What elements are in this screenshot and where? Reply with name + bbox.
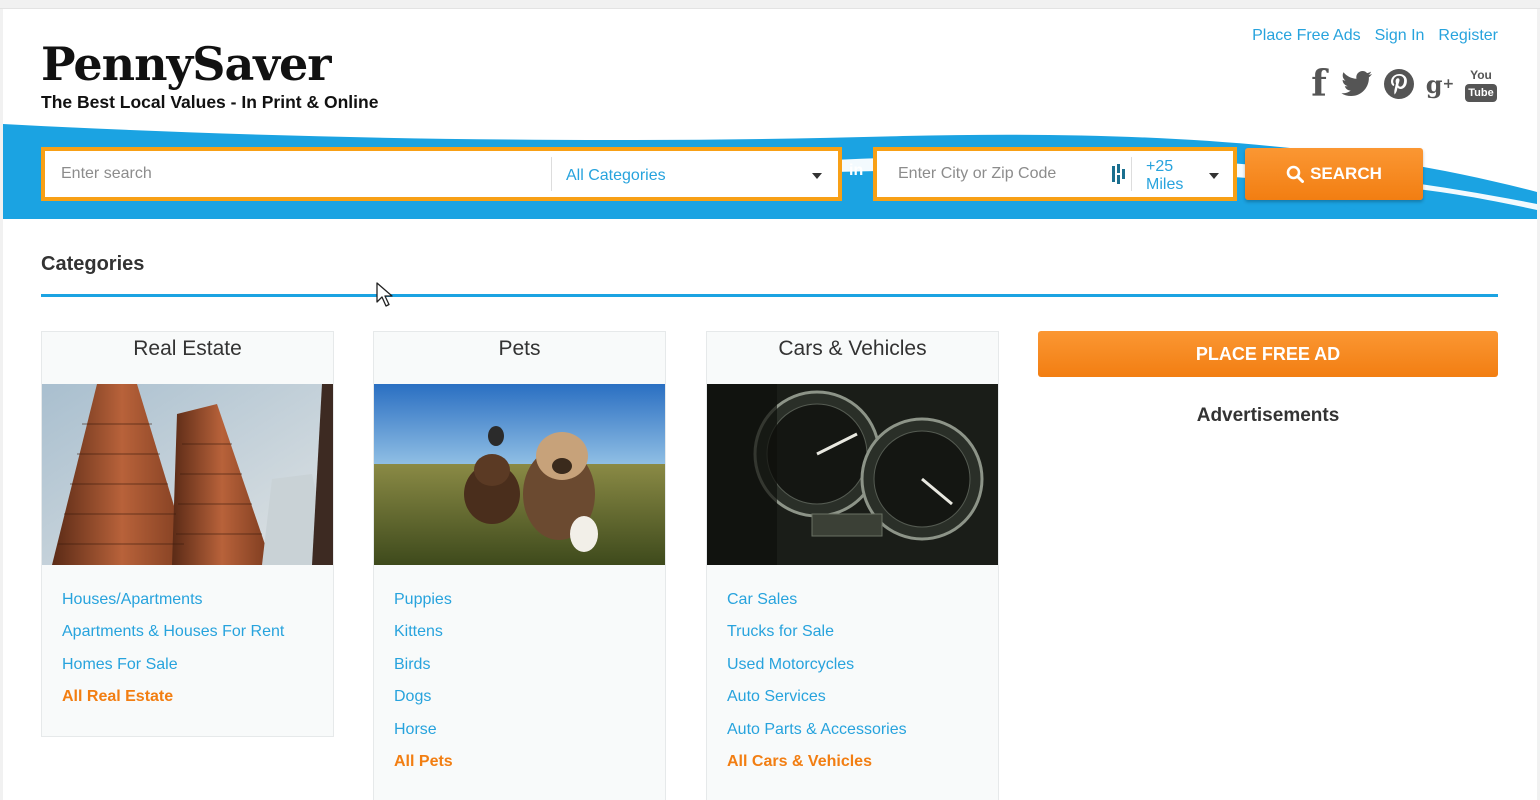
category-card-pets: Pets Puppies Kittens Birds Dogs Horse Al…: [373, 331, 666, 800]
list-item: All Pets: [394, 753, 645, 785]
category-select-value: All Categories: [566, 167, 666, 184]
auto-services-link[interactable]: Auto Services: [727, 688, 826, 705]
list-item: Auto Services: [727, 688, 978, 720]
location-box: +25 Miles: [873, 147, 1237, 201]
site-logo[interactable]: PennySaver The Best Local Values - In Pr…: [41, 38, 401, 113]
categories-heading: Categories: [41, 253, 145, 275]
real-estate-image[interactable]: [42, 384, 333, 565]
dogs-link[interactable]: Dogs: [394, 688, 431, 705]
categories-divider: [41, 294, 1498, 297]
advertisements-label: Advertisements: [1196, 405, 1340, 426]
card-title[interactable]: Pets: [374, 332, 665, 384]
all-pets-link[interactable]: All Pets: [394, 753, 453, 770]
logo-wordmark: PennySaver: [41, 37, 332, 91]
list-item: Trucks for Sale: [727, 623, 978, 655]
list-item: All Real Estate: [62, 688, 313, 720]
card-title[interactable]: Real Estate: [42, 332, 333, 384]
search-button-label: SEARCH: [1310, 164, 1382, 183]
twitter-icon[interactable]: [1340, 66, 1374, 102]
search-icon: [1286, 165, 1305, 183]
mouse-cursor-icon: [376, 282, 393, 307]
category-select[interactable]: All Categories: [551, 157, 838, 191]
card-title[interactable]: Cars & Vehicles: [707, 332, 998, 384]
homes-for-sale-link[interactable]: Homes For Sale: [62, 656, 178, 673]
browser-top-edge: [0, 0, 1540, 9]
cars-links: Car Sales Trucks for Sale Used Motorcycl…: [707, 565, 998, 785]
in-label: in: [849, 162, 864, 179]
list-item: Puppies: [394, 591, 645, 623]
birds-link[interactable]: Birds: [394, 656, 430, 673]
radius-select[interactable]: +25 Miles: [1131, 157, 1233, 193]
all-cars-vehicles-link[interactable]: All Cars & Vehicles: [727, 753, 872, 770]
list-item: Apartments & Houses For Rent: [62, 623, 313, 655]
car-sales-link[interactable]: Car Sales: [727, 591, 797, 608]
google-plus-icon[interactable]: g +: [1424, 66, 1456, 102]
locate-me-icon[interactable]: [1105, 151, 1131, 197]
youtube-text-bottom: Tube: [1465, 84, 1497, 102]
list-item: Birds: [394, 656, 645, 688]
horse-link[interactable]: Horse: [394, 721, 437, 738]
list-item: Used Motorcycles: [727, 656, 978, 688]
real-estate-links: Houses/Apartments Apartments & Houses Fo…: [42, 565, 333, 721]
facebook-icon[interactable]: f: [1306, 63, 1332, 105]
list-item: Kittens: [394, 623, 645, 655]
list-item: Houses/Apartments: [62, 591, 313, 623]
pets-image[interactable]: [374, 384, 665, 565]
puppies-link[interactable]: Puppies: [394, 591, 452, 608]
chevron-down-icon: [1209, 173, 1219, 179]
all-real-estate-link[interactable]: All Real Estate: [62, 688, 173, 705]
search-button[interactable]: SEARCH: [1245, 148, 1423, 200]
top-links: Place Free Ads Sign In Register: [1252, 27, 1498, 45]
trucks-for-sale-link[interactable]: Trucks for Sale: [727, 623, 834, 640]
pinterest-icon[interactable]: [1382, 66, 1416, 102]
search-input[interactable]: [45, 151, 551, 197]
list-item: Horse: [394, 721, 645, 753]
kittens-link[interactable]: Kittens: [394, 623, 443, 640]
auto-parts-link[interactable]: Auto Parts & Accessories: [727, 721, 907, 738]
list-item: Auto Parts & Accessories: [727, 721, 978, 753]
place-free-ad-button[interactable]: PLACE FREE AD: [1038, 331, 1498, 377]
houses-apartments-link[interactable]: Houses/Apartments: [62, 591, 203, 608]
chevron-down-icon: [812, 173, 822, 179]
list-item: All Cars & Vehicles: [727, 753, 978, 785]
list-item: Homes For Sale: [62, 656, 313, 688]
apartments-houses-rent-link[interactable]: Apartments & Houses For Rent: [62, 623, 284, 640]
place-free-ads-link[interactable]: Place Free Ads: [1252, 27, 1361, 45]
location-input[interactable]: [877, 151, 1105, 197]
pets-links: Puppies Kittens Birds Dogs Horse All Pet…: [374, 565, 665, 785]
radius-select-value: +25 Miles: [1146, 158, 1184, 193]
category-card-real-estate: Real Estate Houses/Apartments Apartments…: [41, 331, 334, 737]
cars-image[interactable]: [707, 384, 998, 565]
list-item: Dogs: [394, 688, 645, 720]
youtube-text-top: You: [1470, 67, 1492, 82]
used-motorcycles-link[interactable]: Used Motorcycles: [727, 656, 854, 673]
register-link[interactable]: Register: [1438, 27, 1498, 45]
youtube-icon[interactable]: You Tube: [1464, 66, 1498, 102]
social-links: f g + You Tube: [1306, 63, 1498, 105]
sign-in-link[interactable]: Sign In: [1375, 27, 1425, 45]
list-item: Car Sales: [727, 591, 978, 623]
search-box: All Categories: [41, 147, 842, 201]
category-card-cars: Cars & Vehicles Car Sales Trucks for Sal…: [706, 331, 999, 800]
